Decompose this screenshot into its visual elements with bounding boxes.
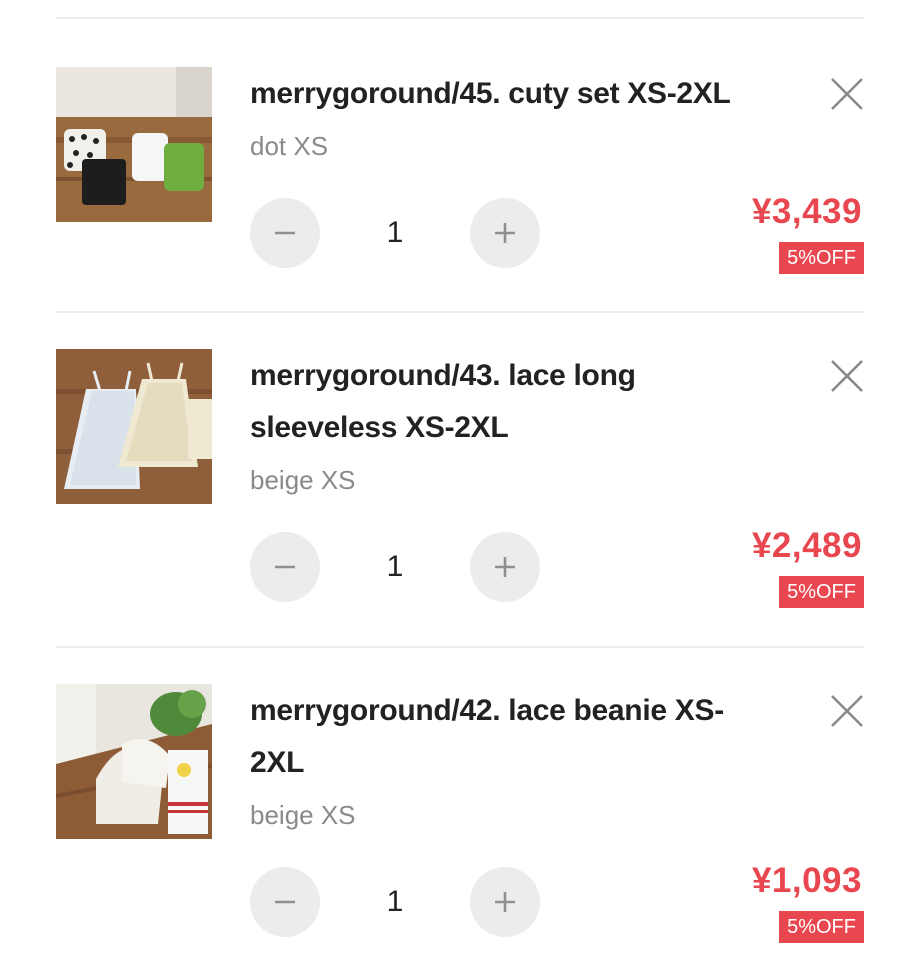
increase-quantity-button[interactable] — [470, 198, 540, 268]
quantity-value: 1 — [386, 550, 404, 583]
plus-icon — [495, 223, 515, 243]
cart-item: merrygoround/42. lace beanie XS- 2XL bei… — [0, 649, 920, 979]
product-title-line-1: merrygoround/42. lace beanie XS- — [250, 694, 724, 727]
close-icon — [831, 360, 863, 392]
product-title-line-1: merrygoround/43. lace long — [250, 359, 636, 392]
quantity-value: 1 — [386, 216, 404, 249]
divider — [56, 311, 864, 313]
product-variant: dot XS — [250, 131, 329, 161]
item-price: ¥1,093 — [751, 861, 862, 900]
quantity-value: 1 — [386, 885, 404, 918]
increase-quantity-button[interactable] — [470, 532, 540, 602]
product-thumbnail[interactable] — [56, 67, 212, 222]
product-thumbnail[interactable] — [56, 349, 212, 504]
cart-item: merrygoround/43. lace long sleeveless XS… — [0, 314, 920, 644]
minus-icon — [275, 565, 295, 569]
decrease-quantity-button[interactable] — [250, 198, 320, 268]
cart-item: merrygoround/45. cuty set XS-2XL dot XS … — [0, 20, 920, 350]
item-price: ¥3,439 — [751, 192, 862, 231]
minus-icon — [275, 231, 295, 235]
discount-badge: 5%OFF — [779, 242, 864, 274]
product-variant: beige XS — [250, 800, 356, 830]
minus-icon — [275, 900, 295, 904]
close-icon — [831, 695, 863, 727]
decrease-quantity-button[interactable] — [250, 867, 320, 937]
close-icon — [831, 78, 863, 110]
remove-item-button[interactable] — [830, 359, 864, 393]
decrease-quantity-button[interactable] — [250, 532, 320, 602]
product-thumbnail[interactable] — [56, 684, 212, 839]
cart-item-list: merrygoround/45. cuty set XS-2XL dot XS … — [0, 0, 920, 943]
product-title: merrygoround/45. cuty set XS-2XL — [250, 77, 731, 110]
discount-badge: 5%OFF — [779, 911, 864, 943]
divider — [56, 17, 864, 19]
product-variant: beige XS — [250, 465, 356, 495]
remove-item-button[interactable] — [830, 77, 864, 111]
increase-quantity-button[interactable] — [470, 867, 540, 937]
plus-icon — [495, 557, 515, 577]
product-title-line-2: 2XL — [250, 746, 305, 779]
remove-item-button[interactable] — [830, 694, 864, 728]
divider — [56, 646, 864, 648]
discount-badge: 5%OFF — [779, 576, 864, 608]
plus-icon — [495, 892, 515, 912]
product-title-line-2: sleeveless XS-2XL — [250, 411, 509, 444]
item-price: ¥2,489 — [751, 526, 862, 565]
